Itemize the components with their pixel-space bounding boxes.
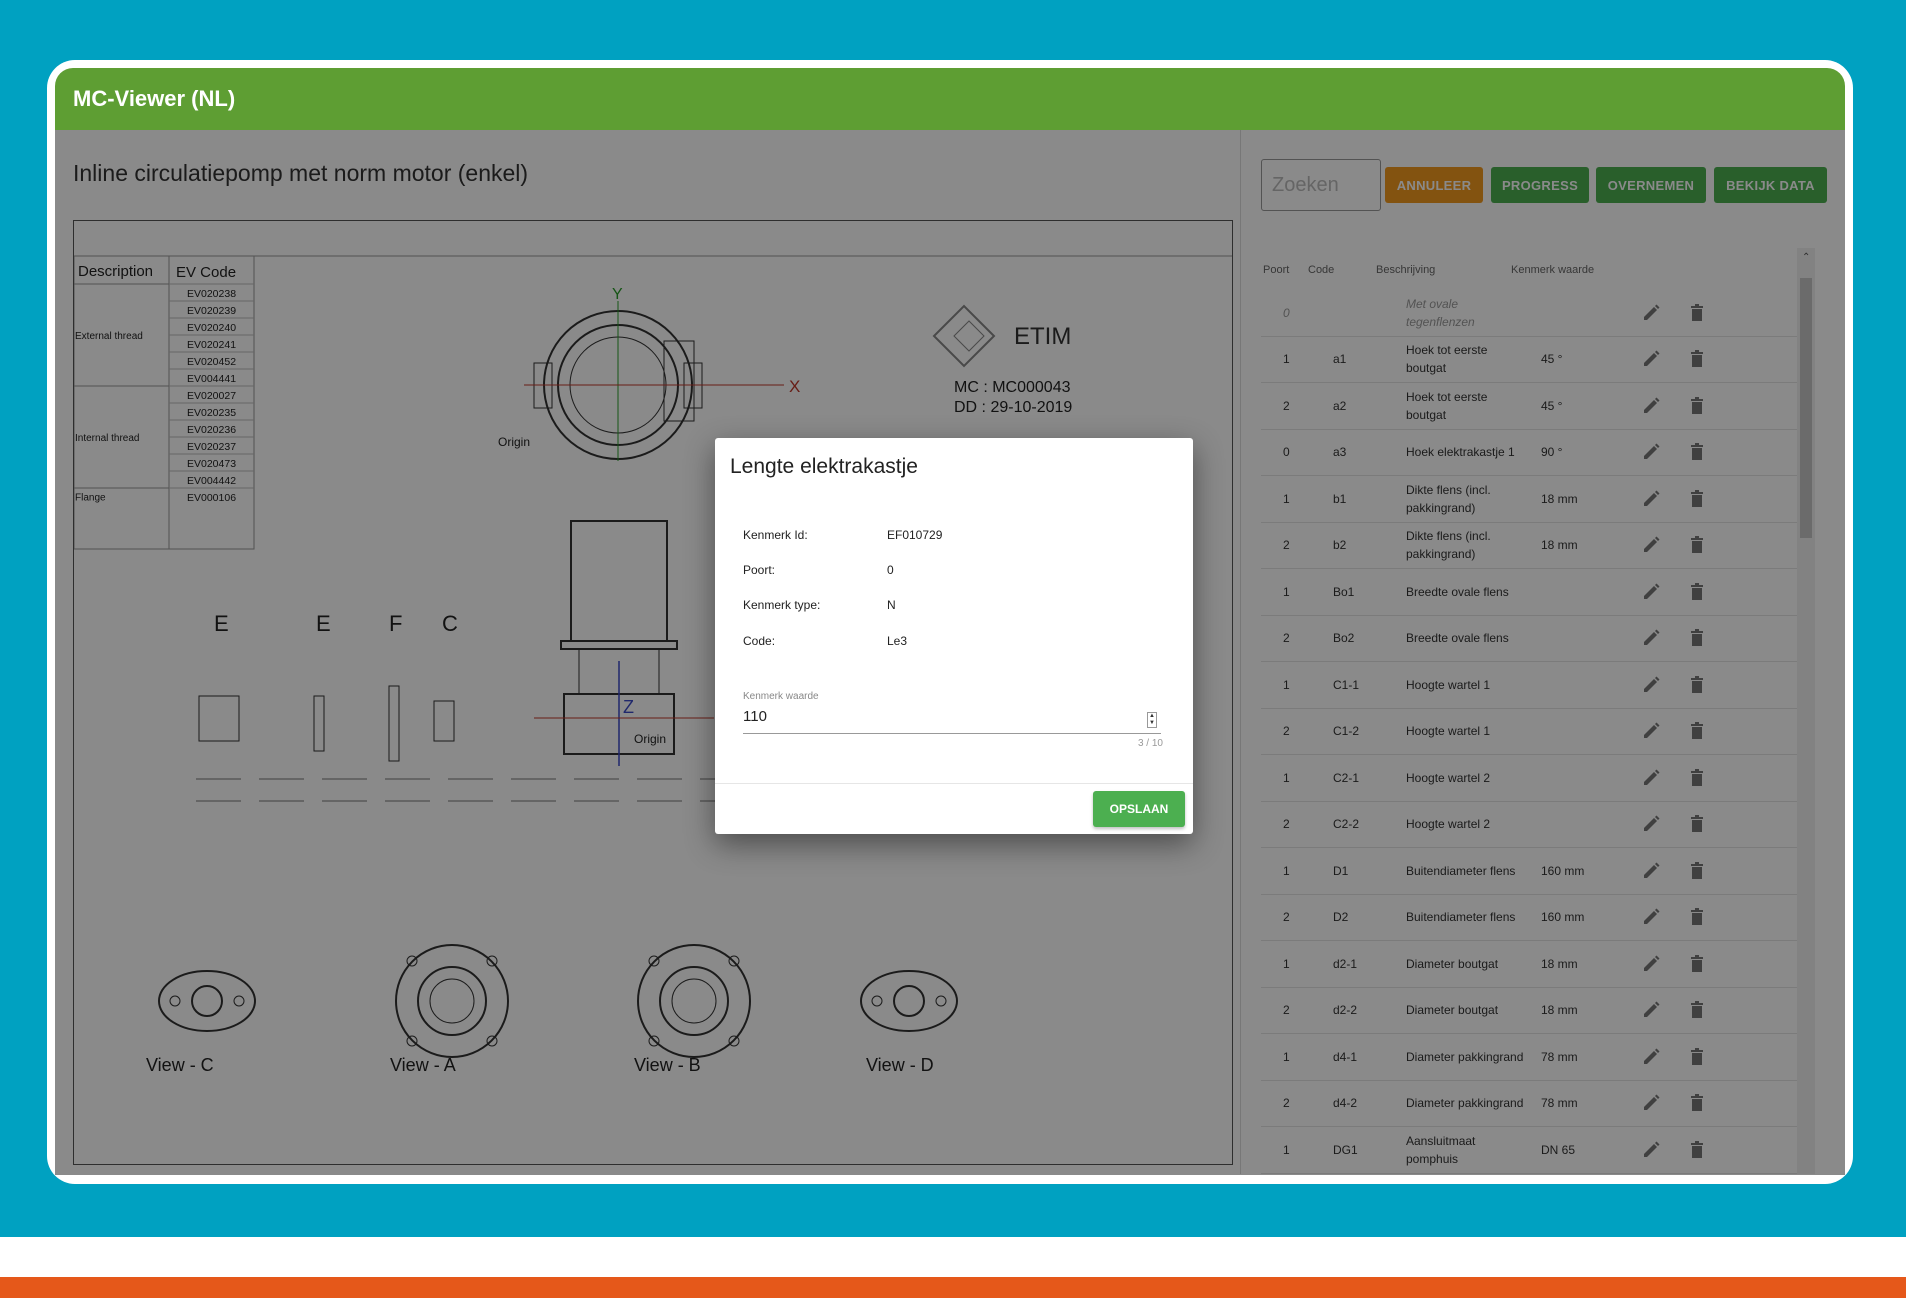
- dialog-divider: [715, 783, 1193, 784]
- bottom-stripe: [0, 1277, 1906, 1298]
- edit-kenmerk-dialog: Lengte elektrakastje Kenmerk Id: EF01072…: [715, 438, 1193, 834]
- kenmerk-waarde-input[interactable]: 110 ▲ ▼: [743, 708, 1161, 734]
- app-header: MC-Viewer (NL): [55, 68, 1845, 130]
- field-value-code: Le3: [887, 634, 908, 648]
- character-counter: 3 / 10: [1137, 738, 1163, 749]
- app-title: MC-Viewer (NL): [73, 86, 236, 111]
- field-value-kenmerk-type: N: [887, 598, 896, 612]
- field-value-kenmerk-id: EF010729: [887, 528, 943, 542]
- field-label-code: Code:: [743, 634, 776, 648]
- dialog-title: Lengte elektrakastje: [730, 455, 918, 478]
- number-spinner-icon[interactable]: ▲ ▼: [1147, 712, 1157, 728]
- kenmerk-waarde-label: Kenmerk waarde: [743, 691, 819, 702]
- field-label-kenmerk-type: Kenmerk type:: [743, 598, 821, 612]
- opslaan-button[interactable]: OPSLAAN: [1093, 791, 1185, 827]
- field-label-poort: Poort:: [743, 563, 776, 577]
- field-value-poort: 0: [887, 563, 894, 577]
- kenmerk-waarde-value: 110: [743, 708, 767, 725]
- field-label-kenmerk-id: Kenmerk Id:: [743, 528, 808, 542]
